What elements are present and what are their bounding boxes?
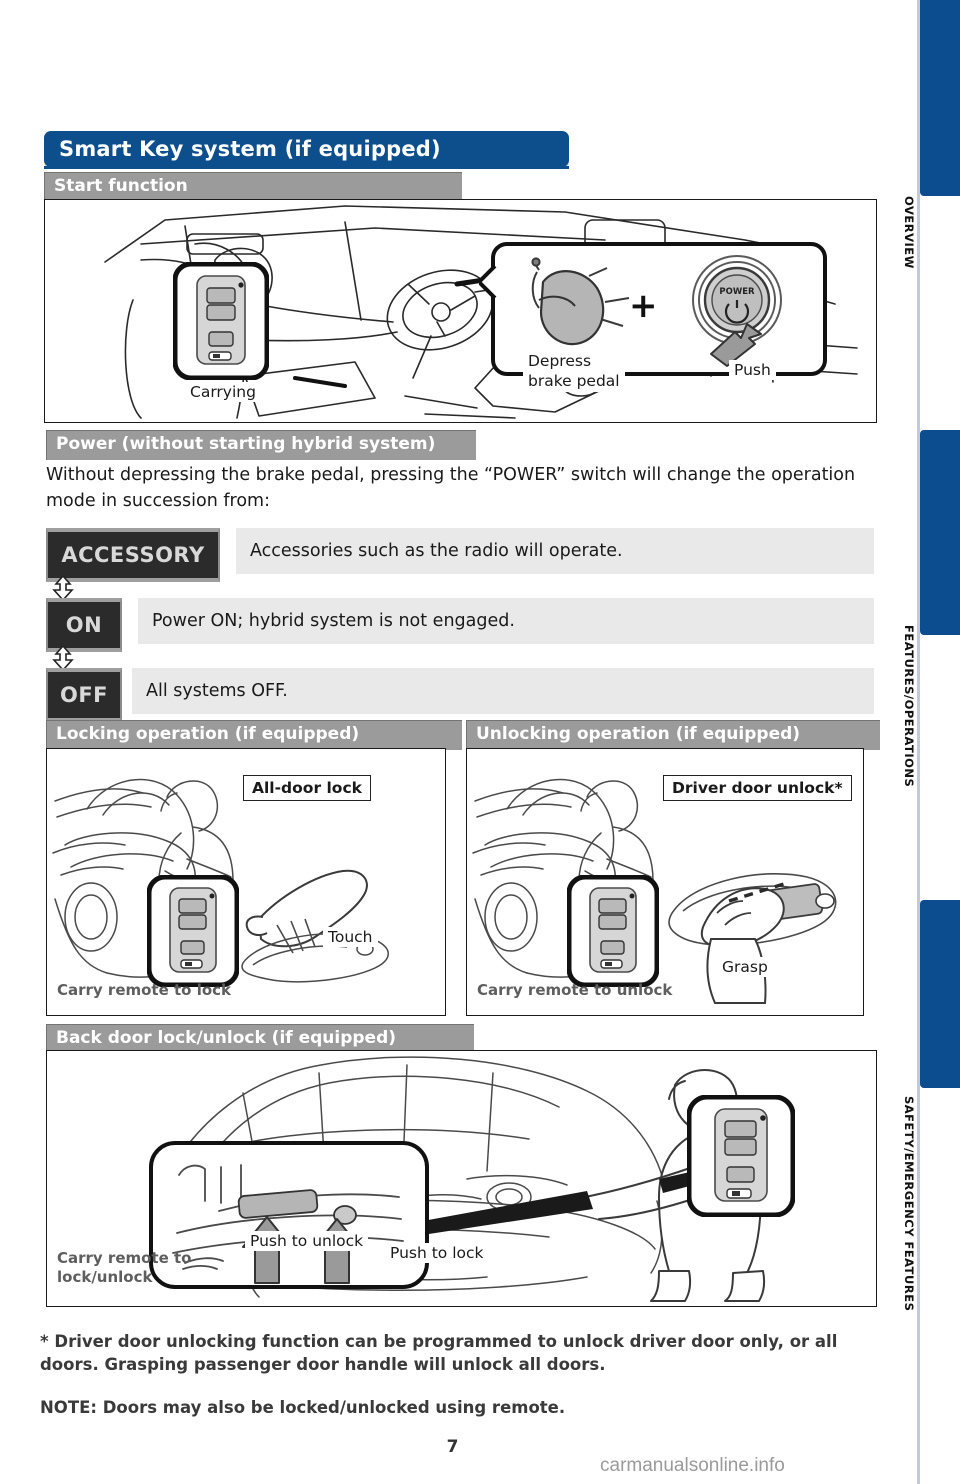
section-heading-unlocking: Unlocking operation (if equipped) [466,720,880,750]
caption-carry-remote-to-lock: Carry remote to lock [57,981,232,999]
side-tab-safety-emergency[interactable] [920,900,960,1088]
locking-illustration: All-door lock Touch Carry remote to lock [46,748,446,1016]
caption-push-to-unlock: Push to unlock [245,1231,369,1251]
power-mode-description-accessory: Accessories such as the radio will opera… [236,528,874,574]
page-title: Smart Key system (if equipped) [59,137,441,161]
rail-divider [917,0,920,1484]
caption-grasp: Grasp [717,957,773,977]
watermark: carmanualsonline.info [600,1455,785,1476]
side-tab-rail [920,0,960,1484]
caption-push-to-lock: Push to lock [385,1243,489,1263]
side-tab-overview[interactable] [920,0,960,196]
caption-carry-remote-to-unlock: Carry remote to unlock [477,981,673,999]
section-heading-power: Power (without starting hybrid system) [46,430,476,460]
back-door-illustration: Push to unlock Push to lock Carry remote… [46,1050,877,1307]
title-underline [44,166,569,169]
caption-depress-brake-pedal: Depress brake pedal [523,350,625,392]
unlocking-illustration: Driver door unlock* Grasp Carry remote t… [466,748,864,1016]
callout-all-door-lock: All-door lock [243,775,371,801]
key-fob-inset-back-door [687,1095,795,1217]
key-fob-inset-lock [147,875,239,987]
section-heading-locking: Locking operation (if equipped) [46,720,462,750]
key-fob-inset-carrying [173,262,269,380]
power-mode-badge-off: OFF [46,668,122,722]
footnote-driver-door: * Driver door unlocking function can be … [40,1332,838,1374]
caption-touch: Touch [323,927,378,947]
power-mode-row-off: OFF All systems OFF. [46,668,874,722]
caption-carrying: Carrying [185,382,261,402]
power-mode-description-off: All systems OFF. [132,668,874,714]
plus-symbol: + [629,286,658,326]
flow-arrow-on-to-off [52,646,74,670]
page-number: 7 [446,1437,459,1457]
manual-page: Smart Key system (if equipped) Start fun… [0,0,905,1484]
power-mode-row-accessory: ACCESSORY Accessories such as the radio … [46,528,874,582]
section-heading-start-function: Start function [44,172,462,202]
caption-push: Push [729,360,776,380]
power-mode-badge-accessory: ACCESSORY [46,528,220,582]
key-fob-inset-unlock [567,875,659,987]
caption-carry-remote-lock-unlock: Carry remote to lock/unlock [57,1249,192,1286]
callout-driver-door-unlock: Driver door unlock* [663,775,852,801]
power-switch-label: POWER [719,287,755,297]
start-function-illustration: Carrying POWER + Depress brake pedal Pus… [44,199,877,423]
power-mode-description-on: Power ON; hybrid system is not engaged. [138,598,874,644]
power-intro-text: Without depressing the brake pedal, pres… [46,465,856,511]
flow-arrow-accessory-to-on [52,576,74,600]
page-title-bar: Smart Key system (if equipped) [44,131,569,167]
power-mode-row-on: ON Power ON; hybrid system is not engage… [46,598,874,652]
footnote-note: NOTE: Doors may also be locked/unlocked … [40,1398,566,1417]
side-tab-features-operations[interactable] [920,430,960,635]
power-mode-badge-on: ON [46,598,122,652]
